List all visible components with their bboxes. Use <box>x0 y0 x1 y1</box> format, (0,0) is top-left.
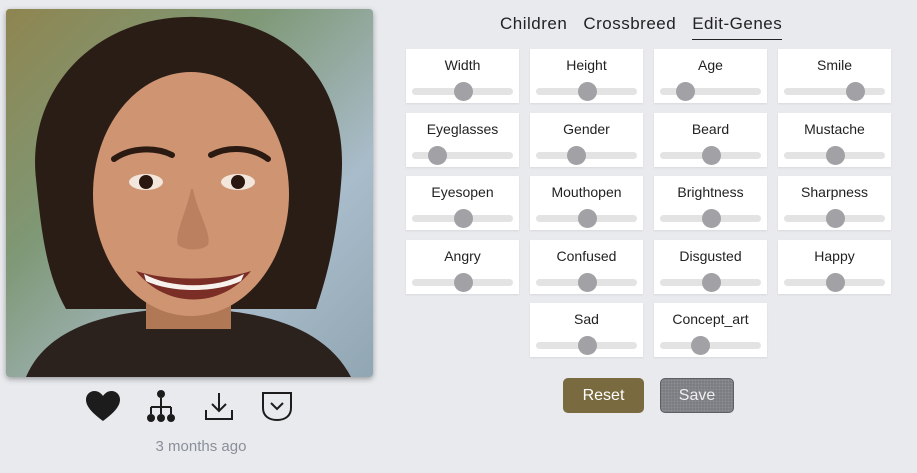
gene-slider-thumb[interactable] <box>676 82 696 101</box>
gene-slider-thumb[interactable] <box>845 82 865 101</box>
gene-slider-thumb[interactable] <box>577 82 597 101</box>
gene-label: Disgusted <box>679 248 742 264</box>
tab-edit-genes[interactable]: Edit-Genes <box>692 14 783 40</box>
gene-card-age: Age <box>654 49 767 103</box>
gene-label: Sad <box>574 311 599 327</box>
reset-button[interactable]: Reset <box>563 378 644 413</box>
gene-label: Angry <box>444 248 481 264</box>
gene-label: Age <box>698 57 723 73</box>
gene-label: Mouthopen <box>551 184 622 200</box>
gene-label: Mustache <box>804 121 865 137</box>
gene-card-height: Height <box>530 49 643 103</box>
gene-slider-thumb[interactable] <box>453 273 473 292</box>
gene-slider-thumb[interactable] <box>428 146 448 165</box>
tab-children[interactable]: Children <box>500 14 567 40</box>
gene-label: Beard <box>691 121 730 137</box>
gene-card-mouthopen: Mouthopen <box>530 176 643 230</box>
dropdown-icon[interactable] <box>258 387 296 425</box>
gene-label: Gender <box>563 121 610 137</box>
gene-slider-thumb[interactable] <box>577 209 597 228</box>
gene-slider-track[interactable] <box>660 88 761 95</box>
save-button[interactable]: Save <box>660 378 734 413</box>
gene-card-smile: Smile <box>778 49 891 103</box>
gene-label: Sharpness <box>801 184 868 200</box>
gene-label: Brightness <box>677 184 744 200</box>
gene-card-happy: Happy <box>778 240 891 294</box>
gene-card-brightness: Brightness <box>654 176 767 230</box>
gene-card-beard: Beard <box>654 113 767 167</box>
gene-slider-track[interactable] <box>660 342 761 349</box>
gene-card-angry: Angry <box>406 240 519 294</box>
gene-slider-thumb[interactable] <box>701 273 721 292</box>
heart-icon[interactable] <box>84 387 122 425</box>
gene-slider-thumb[interactable] <box>577 336 597 355</box>
gene-card-gender: Gender <box>530 113 643 167</box>
gene-card-sad: Sad <box>530 303 643 357</box>
created-timestamp: 3 months ago <box>155 438 247 455</box>
family-tree-icon[interactable] <box>142 387 180 425</box>
gene-slider-thumb[interactable] <box>825 146 845 165</box>
gene-label: Eyeglasses <box>426 121 499 137</box>
gene-card-confused: Confused <box>530 240 643 294</box>
gene-label: Width <box>444 57 481 73</box>
gene-slider-thumb[interactable] <box>577 273 597 292</box>
gene-card-mustache: Mustache <box>778 113 891 167</box>
gene-slider-thumb[interactable] <box>567 146 587 165</box>
download-icon[interactable] <box>200 387 238 425</box>
gene-label: Smile <box>816 57 852 73</box>
gene-label: Happy <box>814 248 855 264</box>
gene-card-eyesopen: Eyesopen <box>406 176 519 230</box>
tab-crossbreed[interactable]: Crossbreed <box>583 14 676 40</box>
gene-label: Concept_art <box>672 311 749 327</box>
gene-slider-thumb[interactable] <box>701 146 721 165</box>
action-bar <box>84 386 296 426</box>
gene-slider-thumb[interactable] <box>453 82 473 101</box>
gene-slider-thumb[interactable] <box>825 209 845 228</box>
gene-card-sharpness: Sharpness <box>778 176 891 230</box>
gene-slider-track[interactable] <box>784 88 885 95</box>
gene-card-width: Width <box>406 49 519 103</box>
gene-slider-thumb[interactable] <box>691 336 711 355</box>
mode-tabs: Children Crossbreed Edit-Genes <box>500 14 783 40</box>
gene-slider-thumb[interactable] <box>825 273 845 292</box>
gene-card-concept-art: Concept_art <box>654 303 767 357</box>
generated-portrait <box>6 9 373 377</box>
gene-card-disgusted: Disgusted <box>654 240 767 294</box>
gene-label: Eyesopen <box>431 184 494 200</box>
gene-slider-track[interactable] <box>412 152 513 159</box>
gene-label: Height <box>566 57 607 73</box>
gene-label: Confused <box>556 248 617 264</box>
gene-card-eyeglasses: Eyeglasses <box>406 113 519 167</box>
gene-slider-thumb[interactable] <box>701 209 721 228</box>
gene-slider-thumb[interactable] <box>453 209 473 228</box>
gene-slider-track[interactable] <box>536 152 637 159</box>
